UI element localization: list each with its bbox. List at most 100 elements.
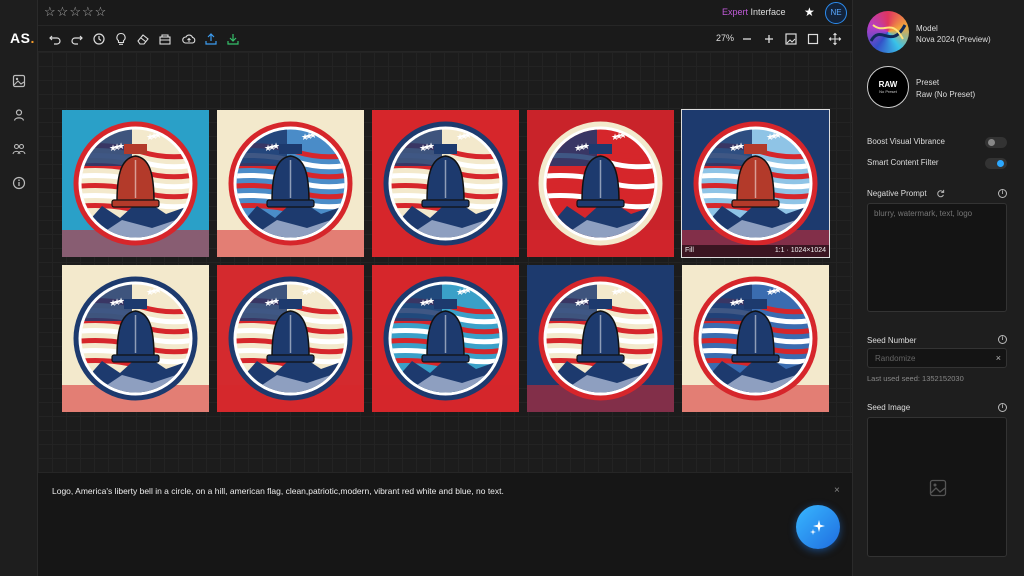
left-sidebar: AS. — [0, 0, 38, 576]
last-used-seed: Last used seed: 1352152030 — [867, 374, 964, 383]
favorite-star-icon[interactable]: ★ — [804, 5, 815, 19]
info-icon[interactable]: i — [998, 335, 1007, 344]
layers-icon[interactable] — [158, 32, 172, 46]
preset-thumbnail[interactable]: RAW No Preset — [867, 66, 909, 108]
seed-number-label: Seed Number — [867, 336, 917, 345]
app-logo[interactable]: AS. — [10, 30, 35, 46]
preset-value[interactable]: Raw (No Preset) — [916, 90, 975, 99]
undo-icon[interactable] — [48, 32, 62, 46]
sparkle-icon — [810, 520, 825, 535]
users-icon[interactable] — [12, 142, 26, 156]
image-frame-icon[interactable] — [784, 32, 798, 46]
generate-button[interactable] — [796, 505, 840, 549]
generated-image[interactable]: ★★★★★★★★★★ — [217, 265, 364, 412]
svg-text:★: ★ — [109, 299, 117, 309]
boost-vibrance-toggle[interactable] — [985, 137, 1007, 148]
negative-prompt-input[interactable] — [867, 203, 1007, 312]
user-icon[interactable] — [12, 108, 26, 122]
seed-placeholder: Randomize — [875, 354, 916, 363]
star-icon[interactable]: ☆ — [57, 5, 69, 19]
info-icon[interactable]: i — [998, 403, 1007, 412]
preset-badge: RAW — [878, 80, 898, 89]
generated-image[interactable]: ★★★★★★★★★★ — [372, 265, 519, 412]
svg-text:★: ★ — [301, 288, 309, 298]
boost-vibrance-label: Boost Visual Vibrance — [867, 137, 945, 146]
star-icon[interactable]: ☆ — [44, 5, 56, 19]
info-icon[interactable] — [12, 176, 26, 190]
top-bar: ☆ ☆ ☆ ☆ ☆ Expert Interface ★ NE — [38, 0, 852, 26]
liberty-bell-logo: ★★★★★★★★★★ — [682, 110, 829, 257]
svg-text:★: ★ — [611, 133, 619, 143]
svg-text:★: ★ — [574, 299, 582, 309]
generated-image[interactable]: ★★★★★★★★★★ — [62, 265, 209, 412]
zoom-out-icon[interactable] — [740, 32, 754, 46]
fill-label: Fill — [685, 247, 694, 254]
fit-screen-icon[interactable] — [806, 32, 820, 46]
svg-text:★: ★ — [146, 288, 154, 298]
liberty-bell-logo: ★★★★★★★★★★ — [217, 110, 364, 257]
image-placeholder-icon — [929, 479, 947, 497]
app-root: AS. ☆ ☆ ☆ ☆ ☆ Expert Interface ★ NE 27% — [0, 0, 1024, 576]
history-icon[interactable] — [92, 32, 106, 46]
generated-image[interactable]: ★★★★★★★★★★ — [217, 110, 364, 257]
image-icon[interactable] — [12, 74, 26, 88]
negative-prompt-label: Negative Prompt — [867, 189, 927, 198]
cloud-upload-icon[interactable] — [182, 32, 196, 46]
seed-image-dropzone[interactable] — [867, 417, 1007, 557]
preset-label: Preset — [916, 78, 940, 87]
liberty-bell-logo: ★★★★★★★★★★ — [62, 265, 209, 412]
smart-filter-toggle[interactable] — [985, 158, 1007, 169]
prompt-input[interactable]: Logo, America's liberty bell in a circle… — [52, 486, 504, 496]
preset-badge-sub: No Preset — [879, 89, 897, 94]
upload-icon[interactable] — [204, 32, 218, 46]
liberty-bell-logo: ★★★★★★★★★★ — [682, 265, 829, 412]
seed-number-input[interactable]: Randomize × — [867, 348, 1007, 368]
eraser-icon[interactable] — [136, 32, 150, 46]
logo-dot: . — [30, 30, 35, 46]
redo-icon[interactable] — [70, 32, 84, 46]
expert-interface-toggle[interactable]: Expert Interface — [722, 7, 786, 17]
model-thumbnail[interactable] — [867, 11, 909, 53]
seed-image-label: Seed Image — [867, 403, 911, 412]
svg-text:★: ★ — [729, 299, 737, 309]
liberty-bell-logo: ★★★★★★★★★★ — [62, 110, 209, 257]
svg-text:★: ★ — [264, 299, 272, 309]
svg-text:★: ★ — [419, 144, 427, 154]
generated-image[interactable]: ★★★★★★★★★★ — [62, 110, 209, 257]
refresh-icon[interactable] — [936, 189, 945, 198]
prompt-area: Logo, America's liberty bell in a circle… — [38, 472, 852, 576]
model-label: Model — [916, 24, 938, 33]
avatar[interactable]: NE — [825, 2, 847, 24]
image-info-overlay: Fill 1:1 · 1024×1024 — [682, 245, 829, 257]
liberty-bell-logo: ★★★★★★★★★★ — [527, 265, 674, 412]
svg-text:★: ★ — [766, 288, 774, 298]
dimensions-label: 1:1 · 1024×1024 — [774, 247, 826, 254]
download-icon[interactable] — [226, 32, 240, 46]
liberty-bell-logo: ★★★★★★★★★★ — [527, 110, 674, 257]
svg-text:★: ★ — [611, 288, 619, 298]
move-icon[interactable] — [828, 32, 842, 46]
liberty-bell-logo: ★★★★★★★★★★ — [217, 265, 364, 412]
rating-stars[interactable]: ☆ ☆ ☆ ☆ ☆ — [44, 5, 106, 19]
svg-text:★: ★ — [574, 144, 582, 154]
model-value[interactable]: Nova 2024 (Preview) — [916, 35, 991, 44]
generated-image[interactable]: ★★★★★★★★★★ — [682, 265, 829, 412]
generated-image[interactable]: ★★★★★★★★★★ — [527, 265, 674, 412]
liberty-bell-logo: ★★★★★★★★★★ — [372, 265, 519, 412]
star-icon[interactable]: ☆ — [95, 5, 107, 19]
canvas-toolbar: 27% — [38, 26, 852, 52]
generated-image[interactable]: ★★★★★★★★★★ — [372, 110, 519, 257]
image-canvas[interactable]: ★ ★ ★ ★ ★ ★ ★ ★ ★ ★ ★ ★ ★ ★ ★ ★ ★ ★ ★ ★ — [38, 52, 852, 472]
clear-seed-icon[interactable]: × — [996, 353, 1001, 363]
zoom-in-icon[interactable] — [762, 32, 776, 46]
smart-filter-label: Smart Content Filter — [867, 158, 939, 167]
info-icon[interactable]: i — [998, 189, 1007, 198]
lightbulb-icon[interactable] — [114, 32, 128, 46]
star-icon[interactable]: ☆ — [82, 5, 94, 19]
svg-text:★: ★ — [766, 133, 774, 143]
clear-prompt-icon[interactable]: × — [834, 485, 840, 496]
star-icon[interactable]: ☆ — [69, 5, 81, 19]
generated-image[interactable]: ★★★★★★★★★★ Fill 1:1 · 1024×1024 — [681, 109, 830, 258]
zoom-level: 27% — [716, 33, 735, 43]
generated-image[interactable]: ★★★★★★★★★★ — [527, 110, 674, 257]
